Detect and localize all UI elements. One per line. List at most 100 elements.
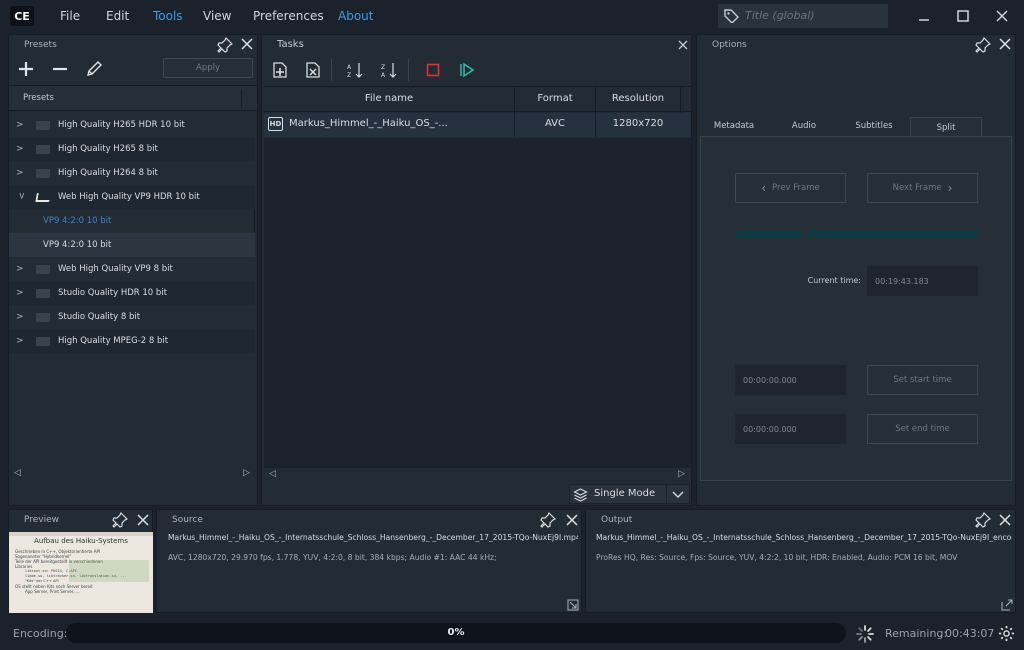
close-icon[interactable] [241,38,253,50]
tasks-title: Tasks [277,39,304,50]
mode-label: Single Mode [594,488,656,499]
chevron-right-icon[interactable]: > [16,264,26,274]
menu-file[interactable]: File [60,9,80,23]
presets-hscrollbar[interactable]: ◁ ▷ [9,467,257,483]
menu-bar: CE File Edit Tools View Preferences Abou… [0,0,1024,33]
output-file-name: Markus_Himmel_-_Haiku_OS_-_Internatsschu… [596,533,1012,542]
chevron-down-icon[interactable] [672,491,684,499]
remove-preset-icon[interactable] [52,61,68,77]
current-time-field[interactable]: 00:19:43.183 [867,266,978,296]
menu-edit[interactable]: Edit [106,9,129,23]
options-title: Options [712,40,747,50]
set-end-time-button[interactable]: Set end time [867,414,978,444]
chevron-right-icon[interactable]: > [16,312,26,322]
preset-folder-expanded[interactable]: > Web High Quality VP9 HDR 10 bit [9,185,255,209]
sort-descending-icon[interactable]: ZA [380,61,398,79]
end-time-field[interactable]: 00:00:00.000 [735,414,846,444]
chevron-right-icon[interactable]: > [16,336,26,346]
preset-item[interactable]: VP9 4:2:0 10 bit [9,209,255,233]
progress-percent: 0% [447,627,465,638]
tasks-hscrollbar[interactable]: ◁ ▷ [264,468,691,484]
pin-icon[interactable] [975,37,991,53]
minimize-button[interactable] [913,6,935,26]
preset-label: Studio Quality HDR 10 bit [58,288,168,298]
preset-item-selected[interactable]: VP9 4:2:0 10 bit [9,233,255,257]
maximize-button[interactable] [952,6,974,26]
menu-view[interactable]: View [203,9,231,23]
close-icon[interactable] [137,514,149,526]
minimize-icon [919,19,929,21]
scroll-right-icon[interactable]: ▷ [243,468,250,478]
range-slider-end[interactable] [808,230,978,238]
pin-icon[interactable] [975,512,991,528]
next-frame-button[interactable]: Next Frame › [867,173,978,203]
apply-button[interactable]: Apply [163,58,253,78]
pin-icon[interactable] [112,512,128,528]
chevron-right-icon[interactable]: > [16,288,26,298]
menu-tools[interactable]: Tools [153,9,183,23]
preset-label: High Quality H265 HDR 10 bit [58,120,185,130]
preset-folder[interactable]: > Studio Quality 8 bit [9,305,255,329]
close-icon[interactable] [999,514,1011,526]
status-bar: Encoding: 0% Remaining: 00:43:07 [0,618,1024,650]
table-row[interactable]: HD Markus_Himmel_-_Haiku_OS_-... AVC 128… [264,113,691,137]
close-icon[interactable] [678,40,688,50]
set-start-time-button[interactable]: Set start time [867,365,978,395]
remaining-value: 00:43:07 [945,627,995,640]
chevron-down-icon[interactable]: > [16,192,26,202]
scroll-right-icon[interactable]: ▷ [678,469,685,479]
sort-ascending-icon[interactable]: AZ [346,61,364,79]
chevron-right-icon[interactable]: > [16,120,26,130]
remove-file-icon[interactable] [304,61,322,79]
tab-split[interactable]: Split [910,117,982,137]
scroll-left-icon[interactable]: ◁ [269,469,276,479]
preset-folder[interactable]: > High Quality H264 8 bit [9,161,255,185]
preset-folder[interactable]: > High Quality MPEG-2 8 bit [9,329,255,353]
svg-text:Z: Z [381,64,385,71]
range-slider-start[interactable] [735,230,802,238]
column-file-name[interactable]: File name [264,93,514,104]
tab-audio[interactable]: Audio [771,117,837,135]
tasks-panel: Tasks AZ ZA File name Format Resolution … [261,34,692,506]
add-preset-icon[interactable] [18,61,34,77]
open-external-icon[interactable] [567,599,579,611]
column-resolution[interactable]: Resolution [596,93,680,104]
stop-icon[interactable] [426,63,440,77]
close-window-button[interactable] [991,6,1013,26]
mode-select[interactable]: Single Mode [569,484,690,505]
preset-folder[interactable]: > Studio Quality HDR 10 bit [9,281,255,305]
settings-gear-icon[interactable] [998,625,1015,642]
add-file-icon[interactable] [271,61,289,79]
preset-label: VP9 4:2:0 10 bit [43,240,112,250]
column-format[interactable]: Format [515,93,595,104]
preset-folder[interactable]: > Web High Quality VP9 8 bit [9,257,255,281]
preset-label: High Quality H264 8 bit [58,168,158,178]
chevron-right-icon[interactable]: > [16,144,26,154]
tab-metadata[interactable]: Metadata [701,117,767,135]
close-icon[interactable] [566,514,578,526]
svg-text:A: A [381,72,386,79]
preset-label: High Quality MPEG-2 8 bit [58,336,169,346]
open-external-icon[interactable] [1001,599,1013,611]
preset-folder[interactable]: > High Quality H265 HDR 10 bit [9,113,255,137]
close-icon[interactable] [999,38,1011,50]
encoding-label: Encoding: [13,627,68,640]
spinner-icon [856,625,874,643]
title-search-field[interactable]: Title (global) [718,4,888,28]
pin-icon[interactable] [217,37,233,53]
encoding-progress-bar: 0% [66,623,846,643]
start-time-field[interactable]: 00:00:00.000 [735,365,846,395]
pin-icon[interactable] [540,512,556,528]
preset-folder[interactable]: > High Quality H265 8 bit [9,137,255,161]
chevron-right-icon[interactable]: > [16,168,26,178]
scroll-left-icon[interactable]: ◁ [14,468,21,478]
tab-subtitles[interactable]: Subtitles [841,117,907,135]
menu-preferences[interactable]: Preferences [253,9,324,23]
folder-icon [36,120,50,130]
edit-pencil-icon[interactable] [86,60,102,77]
folder-icon [36,264,50,274]
prev-frame-button[interactable]: ‹ Prev Frame [735,173,846,203]
tag-icon [724,9,739,23]
menu-about[interactable]: About [338,9,373,23]
start-encode-icon[interactable] [459,62,475,78]
